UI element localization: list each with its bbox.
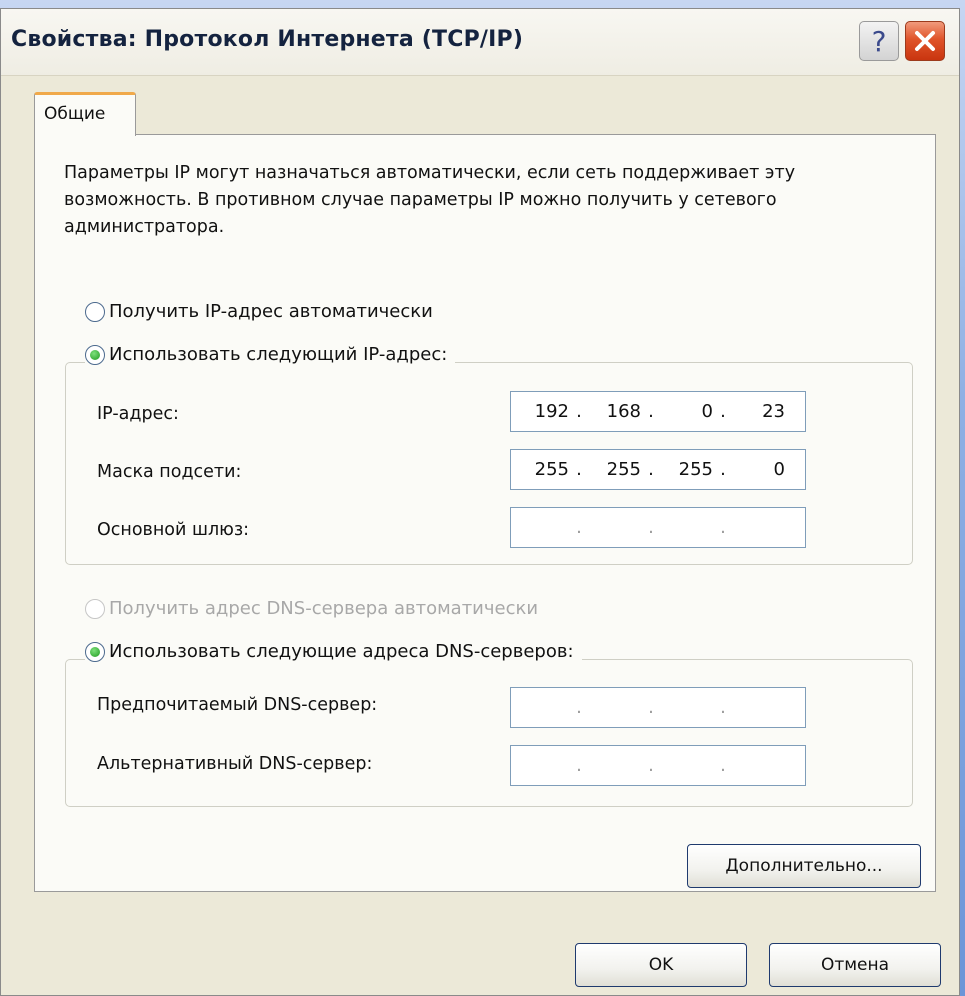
ip-octet-4: 23 bbox=[762, 401, 785, 422]
ip-dot: . bbox=[720, 459, 726, 480]
default-gateway-label: Основной шлюз: bbox=[97, 520, 250, 540]
ip-dot: . bbox=[648, 459, 654, 480]
default-gateway-field[interactable]: . . . bbox=[510, 507, 806, 548]
alternate-dns-field[interactable]: . . . bbox=[510, 745, 806, 786]
ip-dot: . bbox=[576, 401, 582, 422]
ip-dot: . bbox=[720, 755, 726, 776]
help-icon: ? bbox=[872, 26, 887, 56]
dns-manual-radio[interactable] bbox=[85, 641, 105, 662]
ip-dot: . bbox=[576, 517, 582, 538]
ip-dot: . bbox=[648, 755, 654, 776]
ip-octet-1: 192 bbox=[534, 401, 569, 422]
ip-octet-2: 168 bbox=[606, 401, 641, 422]
ip-dot: . bbox=[648, 401, 654, 422]
window-title: Свойства: Протокол Интернета (TCP/IP) bbox=[11, 27, 524, 52]
close-button[interactable] bbox=[905, 21, 945, 61]
subnet-mask-label: Маска подсети: bbox=[97, 462, 242, 482]
mask-octet-3: 255 bbox=[678, 459, 713, 480]
mask-octet-2: 255 bbox=[606, 459, 641, 480]
description-text: Параметры IP могут назначаться автоматич… bbox=[64, 163, 796, 237]
ip-address-field[interactable]: 192. 168. 0. 23 bbox=[510, 391, 806, 432]
ip-auto-radio[interactable] bbox=[85, 301, 105, 322]
ip-octet-3: 0 bbox=[701, 401, 713, 422]
advanced-button[interactable]: Дополнительно... bbox=[687, 844, 921, 888]
ip-dot: . bbox=[576, 755, 582, 776]
ok-button[interactable]: OK bbox=[575, 943, 747, 987]
dns-manual-label: Использовать следующие адреса DNS-сервер… bbox=[109, 641, 574, 662]
ip-dot: . bbox=[576, 697, 582, 718]
preferred-dns-label: Предпочитаемый DNS-сервер: bbox=[97, 695, 378, 715]
ip-auto-label: Получить IP-адрес автоматически bbox=[109, 301, 433, 322]
alternate-dns-label: Альтернативный DNS-сервер: bbox=[97, 754, 373, 774]
ip-dot: . bbox=[720, 401, 726, 422]
general-tab-panel: Параметры IP могут назначаться автоматич… bbox=[34, 134, 936, 892]
subnet-mask-field[interactable]: 255. 255. 255. 0 bbox=[510, 449, 806, 490]
ip-manual-option[interactable]: Использовать следующий IP-адрес: bbox=[85, 344, 456, 365]
help-button[interactable]: ? bbox=[859, 21, 899, 61]
mask-octet-1: 255 bbox=[534, 459, 569, 480]
tab-general[interactable]: Общие bbox=[34, 92, 136, 136]
ip-dot: . bbox=[720, 517, 726, 538]
ip-dot: . bbox=[648, 697, 654, 718]
ip-dot: . bbox=[576, 459, 582, 480]
preferred-dns-field[interactable]: . . . bbox=[510, 687, 806, 728]
ip-dot: . bbox=[648, 517, 654, 538]
title-bar: Свойства: Протокол Интернета (TCP/IP) ? bbox=[1, 9, 959, 76]
close-icon bbox=[915, 31, 935, 51]
ip-auto-option[interactable]: Получить IP-адрес автоматически bbox=[85, 301, 433, 322]
tcpip-properties-dialog: Свойства: Протокол Интернета (TCP/IP) ? … bbox=[0, 8, 960, 996]
dns-auto-radio[interactable] bbox=[85, 598, 105, 619]
ip-manual-label: Использовать следующий IP-адрес: bbox=[109, 344, 448, 365]
dns-auto-label: Получить адрес DNS-сервера автоматически bbox=[109, 598, 539, 619]
ip-manual-radio[interactable] bbox=[85, 344, 105, 365]
ip-address-label: IP-адрес: bbox=[97, 404, 179, 424]
dns-manual-option[interactable]: Использовать следующие адреса DNS-сервер… bbox=[85, 641, 582, 662]
cancel-button[interactable]: Отмена bbox=[769, 943, 941, 987]
mask-octet-4: 0 bbox=[773, 459, 785, 480]
dns-auto-option[interactable]: Получить адрес DNS-сервера автоматически bbox=[85, 598, 538, 619]
ip-dot: . bbox=[720, 697, 726, 718]
svg-text:?: ? bbox=[872, 26, 887, 56]
